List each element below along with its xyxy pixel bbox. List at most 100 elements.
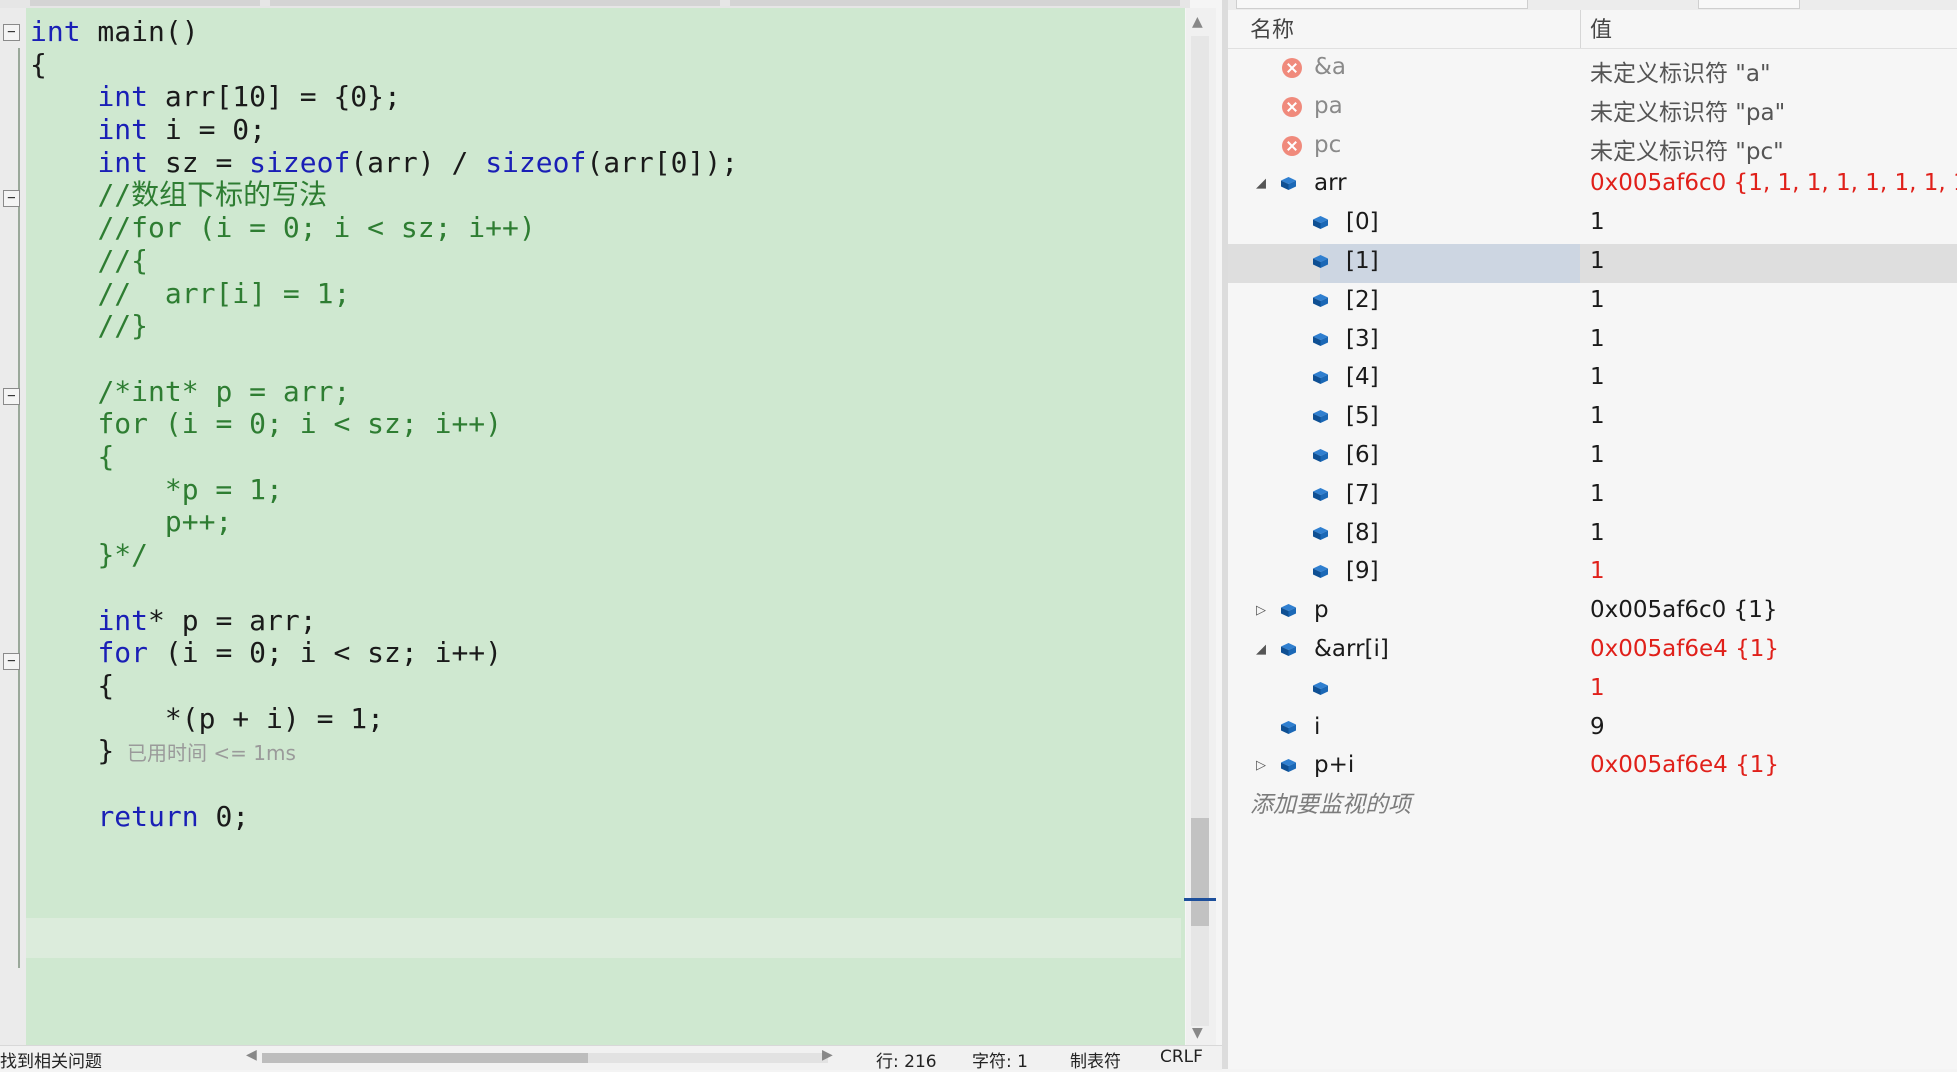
fold-guide-line [18, 48, 20, 968]
watch-name[interactable]: [1] [1346, 248, 1379, 274]
code-line[interactable]: }*/ [30, 535, 148, 575]
fold-toggle-icon[interactable]: − [3, 653, 20, 670]
watch-name[interactable]: p [1314, 597, 1329, 623]
watch-value[interactable]: 1 [1590, 442, 1605, 468]
collapse-arrow-icon[interactable]: ◢ [1256, 176, 1266, 191]
watch-search-box[interactable] [1236, 0, 1528, 9]
code-line[interactable]: int main() [30, 12, 199, 52]
watch-row[interactable]: ◢ &arr[i] 0x005af6e4 {1} [1228, 632, 1957, 671]
watch-value[interactable]: 1 [1590, 209, 1605, 235]
watch-value[interactable]: 1 [1590, 326, 1605, 352]
watch-value[interactable]: 0x005af6c0 {1} [1590, 597, 1777, 623]
issues-status[interactable]: 找到相关问题 [0, 1047, 102, 1072]
watch-row[interactable]: [1] 1 [1228, 244, 1957, 283]
watch-row[interactable]: [5] 1 [1228, 399, 1957, 438]
watch-row[interactable]: ▷ p 0x005af6c0 {1} [1228, 593, 1957, 632]
fold-toggle-icon[interactable]: − [3, 190, 20, 207]
code-token: p++; [164, 505, 233, 539]
watch-name[interactable]: p+i [1314, 752, 1354, 778]
watch-value[interactable]: 1 [1590, 287, 1605, 313]
vertical-scrollbar[interactable]: ▲ ▼ [1186, 8, 1216, 1045]
watch-row[interactable]: [4] 1 [1228, 360, 1957, 399]
watch-panel[interactable]: 名称 值 &a 未定义标识符 "a" pa 未定义标识符 "pa" pc 未定义标识符 "… [1228, 0, 1957, 1069]
watch-value[interactable]: 1 [1590, 403, 1605, 429]
watch-name[interactable]: i [1314, 714, 1320, 740]
watch-name[interactable]: [2] [1346, 287, 1379, 313]
char-indicator[interactable]: 字符: 1 [972, 1047, 1028, 1072]
fold-toggle-icon[interactable]: − [3, 388, 20, 405]
watch-name[interactable]: pa [1314, 93, 1343, 119]
watch-name[interactable]: &arr[i] [1314, 636, 1389, 662]
watch-row[interactable]: [2] 1 [1228, 283, 1957, 322]
watch-value[interactable]: 1 [1590, 364, 1605, 390]
scroll-left-arrow-icon[interactable]: ◀ [246, 1047, 257, 1063]
eol-indicator[interactable]: CRLF [1160, 1047, 1203, 1067]
watch-row[interactable]: i9 [1228, 710, 1957, 749]
watch-value[interactable]: 未定义标识符 "pa" [1590, 93, 1785, 127]
watch-name[interactable]: [7] [1346, 481, 1379, 507]
watch-name[interactable]: &a [1314, 54, 1346, 80]
code-token: }*/ [97, 538, 149, 572]
name-column-header[interactable]: 名称 [1250, 12, 1294, 44]
watch-name[interactable]: [3] [1346, 326, 1379, 352]
watch-name[interactable]: [8] [1346, 520, 1379, 546]
variable-icon [1313, 410, 1328, 424]
watch-row[interactable]: [7] 1 [1228, 477, 1957, 516]
variable-icon [1281, 759, 1296, 773]
watch-value[interactable]: 1 [1590, 520, 1605, 546]
watch-value[interactable]: 1 [1590, 675, 1605, 701]
watch-row[interactable]: pc 未定义标识符 "pc" [1228, 128, 1957, 167]
watch-row[interactable]: [0] 1 [1228, 205, 1957, 244]
watch-value[interactable]: 0x005af6e4 {1} [1590, 636, 1779, 662]
watch-row[interactable]: &a 未定义标识符 "a" [1228, 50, 1957, 89]
watch-name[interactable]: arr [1314, 170, 1347, 196]
watch-name[interactable]: [6] [1346, 442, 1379, 468]
scroll-down-arrow-icon[interactable]: ▼ [1192, 1025, 1203, 1041]
watch-name[interactable]: [9] [1346, 558, 1379, 584]
column-separator[interactable] [1580, 10, 1581, 48]
watch-row[interactable]: ◢ arr 0x005af6c0 {1, 1, 1, 1, 1, 1, 1, 1, … [1228, 166, 1957, 205]
watch-row[interactable]: ▷ p+i 0x005af6e4 {1} [1228, 748, 1957, 787]
watch-row[interactable]: [3] 1 [1228, 322, 1957, 361]
editor-gutter[interactable]: − − − − [0, 8, 26, 1045]
watch-value[interactable]: 未定义标识符 "a" [1590, 54, 1771, 88]
value-column-header[interactable]: 值 [1590, 12, 1612, 44]
watch-value[interactable]: 0x005af6e4 {1} [1590, 752, 1779, 778]
watch-row[interactable]: [8] 1 [1228, 516, 1957, 555]
watch-row[interactable]: [6] 1 [1228, 438, 1957, 477]
watch-name[interactable]: [5] [1346, 403, 1379, 429]
watch-value[interactable]: 1 [1590, 481, 1605, 507]
vertical-scroll-thumb[interactable] [1191, 818, 1209, 926]
horizontal-scroll-thumb[interactable] [262, 1053, 588, 1063]
expand-arrow-icon[interactable]: ▷ [1256, 603, 1266, 618]
watch-value[interactable]: 1 [1590, 248, 1605, 274]
watch-row[interactable]: 1 [1228, 671, 1957, 710]
fold-toggle-icon[interactable]: − [3, 24, 20, 41]
scroll-up-arrow-icon[interactable]: ▲ [1192, 14, 1203, 30]
watch-search-depth[interactable] [1698, 0, 1800, 9]
current-line-highlight [26, 918, 1181, 958]
watch-row[interactable]: pa 未定义标识符 "pa" [1228, 89, 1957, 128]
watch-row[interactable]: [9] 1 [1228, 554, 1957, 593]
code-line[interactable]: } 已用时间 <= 1ms [30, 731, 295, 771]
code-token: int [97, 113, 149, 147]
expand-arrow-icon[interactable]: ▷ [1256, 758, 1266, 773]
scroll-right-arrow-icon[interactable]: ▶ [822, 1047, 833, 1063]
code-token: //for (i = 0; i < sz; i++) [97, 211, 536, 245]
watch-value[interactable]: 未定义标识符 "pc" [1590, 132, 1784, 166]
watch-name[interactable]: [4] [1346, 364, 1379, 390]
watch-name[interactable]: pc [1314, 132, 1341, 158]
code-line[interactable]: return 0; [30, 797, 249, 837]
add-watch-item[interactable]: 添加要监视的项 [1250, 785, 1411, 819]
code-line[interactable]: //} [30, 306, 148, 346]
collapse-arrow-icon[interactable]: ◢ [1256, 642, 1266, 657]
watch-value[interactable]: 0x005af6c0 {1, 1, 1, 1, 1, 1, 1, 1, 1 [1590, 170, 1957, 196]
tabs-indicator[interactable]: 制表符 [1070, 1047, 1121, 1072]
line-indicator[interactable]: 行: 216 [876, 1047, 937, 1072]
code-editor[interactable]: − − − − int main() { int arr[10] = {0}; int … [0, 0, 1222, 1045]
watch-name[interactable]: [0] [1346, 209, 1379, 235]
watch-value[interactable]: 1 [1590, 558, 1605, 584]
watch-value[interactable]: 9 [1590, 714, 1605, 740]
